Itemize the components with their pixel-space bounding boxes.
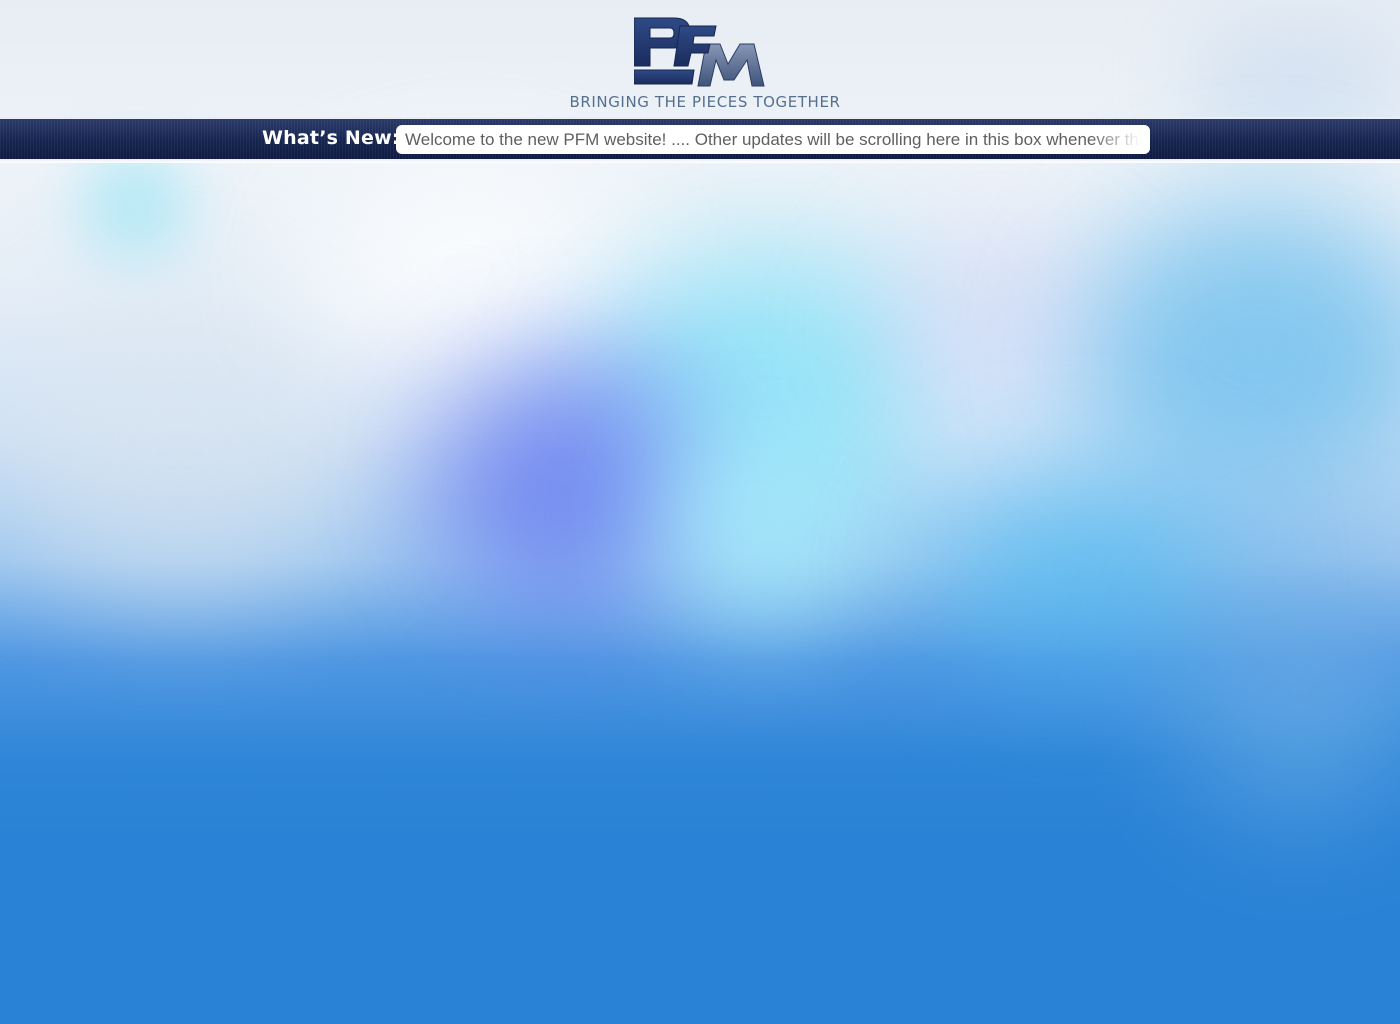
background-glow <box>0 300 360 600</box>
ticker-fade <box>1090 125 1150 154</box>
site-header: BRINGING THE PIECES TOGETHER <box>0 0 1400 116</box>
background-glow <box>930 470 1230 670</box>
news-ticker[interactable]: Welcome to the new PFM website! .... Oth… <box>396 125 1150 154</box>
news-ticker-text: Welcome to the new PFM website! .... Oth… <box>405 130 1150 149</box>
background-glow <box>80 150 190 260</box>
whats-new-bar: What’s New: Welcome to the new PFM websi… <box>0 117 1400 163</box>
background-glow <box>1180 560 1400 820</box>
pfm-logo[interactable] <box>634 16 768 88</box>
site-tagline: BRINGING THE PIECES TOGETHER <box>569 93 841 111</box>
pfm-logo-graphic <box>634 17 765 87</box>
background-glow <box>300 160 640 380</box>
whats-new-label: What’s New: <box>262 127 400 149</box>
background-glow <box>660 420 860 620</box>
